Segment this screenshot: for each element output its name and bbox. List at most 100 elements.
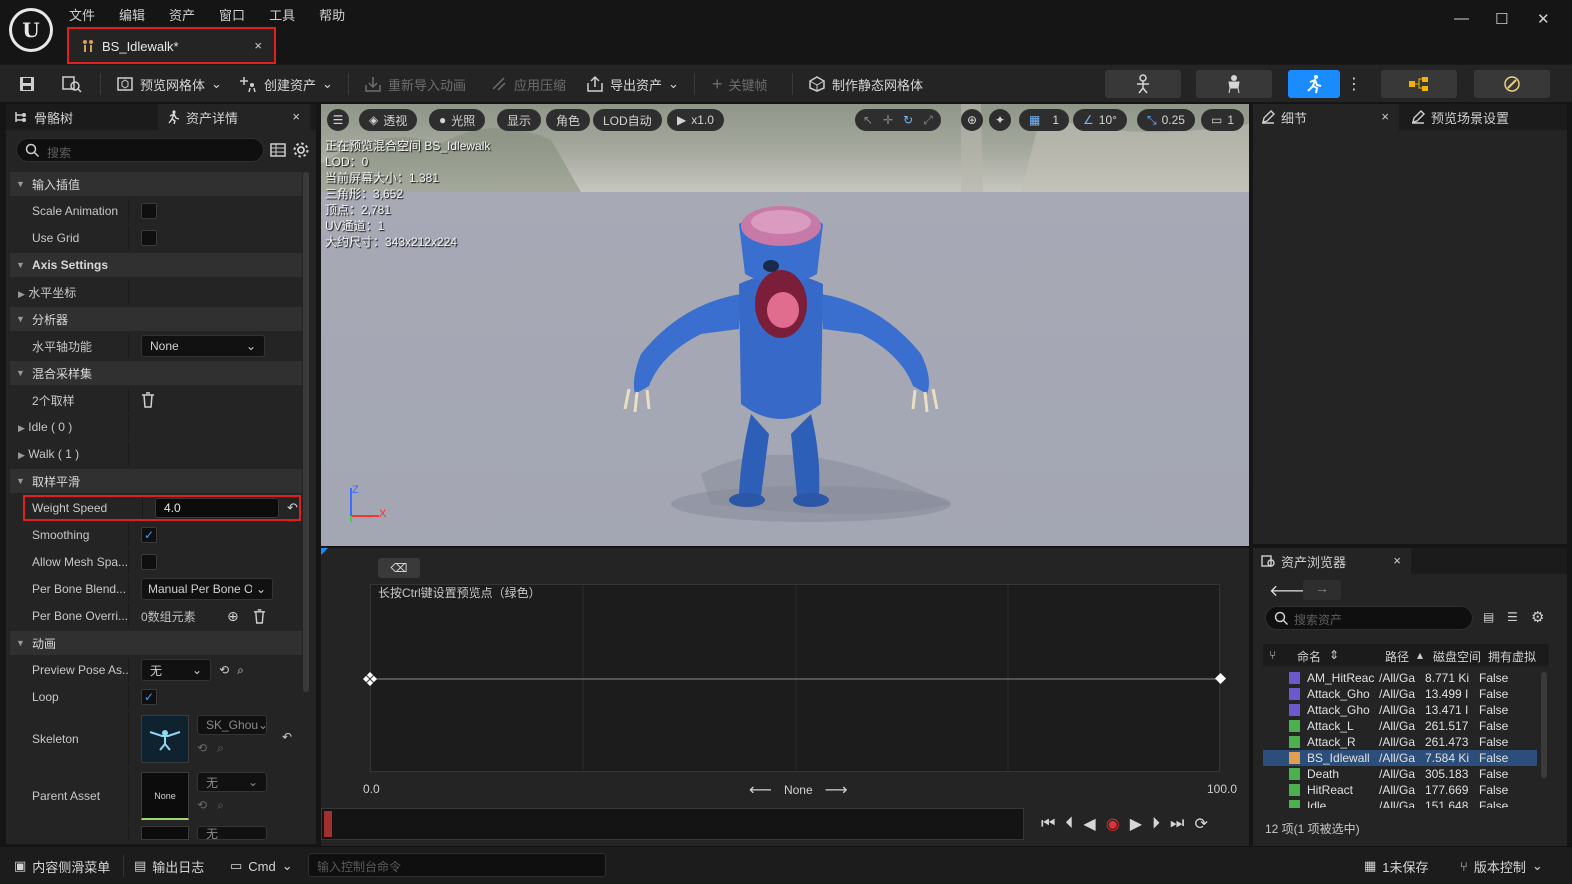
preview-pose-dropdown[interactable]: 无 ⌄ bbox=[141, 659, 211, 681]
content-drawer-button[interactable]: ▣ 内容侧滑菜单 bbox=[14, 855, 110, 877]
add-element-icon[interactable]: ⊕ bbox=[227, 608, 239, 625]
reset-arrow-icon[interactable]: ↶ bbox=[282, 730, 292, 744]
settings-gear-icon[interactable] bbox=[292, 141, 310, 159]
skeleton-thumbnail[interactable] bbox=[141, 715, 189, 763]
maximize-button[interactable]: ☐ bbox=[1495, 10, 1508, 28]
mesh-mode-button[interactable] bbox=[1196, 70, 1272, 98]
menu-help[interactable]: 帮助 bbox=[319, 5, 345, 24]
use-selected-icon[interactable]: ⟲ bbox=[219, 663, 229, 677]
folder-icon[interactable]: ▤ bbox=[1483, 610, 1494, 624]
asset-row[interactable]: Death/All/Ga 305.183 False bbox=[1263, 766, 1537, 782]
trash-icon[interactable] bbox=[253, 608, 266, 624]
menu-edit[interactable]: 编辑 bbox=[119, 5, 145, 24]
skip-to-start-icon[interactable]: ⏮ bbox=[1041, 815, 1055, 833]
record-icon[interactable]: ◉ bbox=[1106, 814, 1120, 834]
horizontal-func-dropdown[interactable]: None ⌄ bbox=[141, 335, 265, 357]
timeline-track[interactable] bbox=[321, 808, 1024, 840]
loop-checkbox[interactable]: ✓ bbox=[141, 689, 157, 705]
browse-asset-icon[interactable]: ⌕ bbox=[237, 663, 244, 678]
asset-row[interactable]: BS_Idlewall/All/Ga 7.584 Ki False bbox=[1263, 750, 1537, 766]
playback-speed-button[interactable]: ▶ x1.0 bbox=[667, 109, 724, 131]
category-blend-samples[interactable]: ▼ 混合采样集 bbox=[10, 361, 302, 385]
perspective-button[interactable]: ◈ 透视 bbox=[359, 109, 418, 131]
unsaved-button[interactable]: ▦ 1未保存 bbox=[1364, 855, 1429, 877]
parent-asset-thumbnail[interactable]: None bbox=[141, 772, 189, 820]
browse-asset-icon[interactable]: ⌕ bbox=[217, 798, 224, 813]
scale-snap-button[interactable]: ⤡ 0.25 bbox=[1137, 109, 1195, 131]
menu-file[interactable]: 文件 bbox=[69, 5, 95, 24]
close-panel-icon[interactable]: × bbox=[1381, 109, 1389, 124]
play-icon[interactable]: ▶ bbox=[1130, 814, 1142, 834]
asset-search-input[interactable]: 搜索资产 bbox=[1265, 606, 1473, 630]
prop-horizontal-axis[interactable]: ▶ 水平坐标 bbox=[10, 280, 302, 304]
details-search-input[interactable]: 搜索 bbox=[16, 138, 264, 162]
scrollbar[interactable] bbox=[303, 172, 309, 692]
show-button[interactable]: 显示 bbox=[497, 109, 542, 131]
settings-gear-icon[interactable]: ⚙ bbox=[1531, 608, 1544, 626]
column-name[interactable]: 命名 bbox=[1297, 648, 1321, 665]
rotate-icon[interactable]: ↻ bbox=[903, 113, 913, 127]
allow-mesh-space-checkbox[interactable] bbox=[141, 554, 157, 570]
menu-asset[interactable]: 资产 bbox=[169, 5, 195, 24]
rotation-snap-button[interactable]: ∠ 10° bbox=[1073, 109, 1127, 131]
use-selected-icon[interactable]: ⟲ bbox=[197, 741, 207, 756]
step-back-icon[interactable]: ⏴ bbox=[1065, 815, 1073, 833]
asset-row[interactable]: AM_HitReac/All/Ga 8.771 Ki False bbox=[1263, 670, 1537, 686]
export-asset-button[interactable]: 导出资产 ⌄ bbox=[586, 71, 679, 97]
close-panel-icon[interactable]: × bbox=[1393, 553, 1401, 568]
tab-asset-details[interactable]: 资产详情 × bbox=[158, 104, 310, 130]
smoothing-checkbox[interactable]: ✓ bbox=[141, 527, 157, 543]
blendspace-options-button[interactable]: ⌫ bbox=[378, 558, 420, 578]
weight-speed-input[interactable]: 4.0 bbox=[155, 498, 279, 518]
surface-snap-button[interactable]: ✦ bbox=[989, 109, 1011, 131]
sample-point-idle[interactable] bbox=[363, 672, 377, 686]
make-static-mesh-button[interactable]: 制作静态网格体 bbox=[808, 71, 923, 97]
viewport-menu-button[interactable]: ☰ bbox=[327, 109, 349, 131]
local-world-button[interactable]: ⊕ bbox=[961, 109, 983, 131]
source-control-button[interactable]: ⑂ 版本控制 ⌄ bbox=[1460, 855, 1543, 877]
preview-viewport[interactable]: ☰ ◈ 透视 ● 光照 显示 角色 LOD自动 ▶ x1.0 ↖ ✛ ↻ ⤢ ⊕ ✦ … bbox=[321, 104, 1249, 546]
column-path[interactable]: 路径 bbox=[1385, 648, 1409, 665]
step-forward-icon[interactable]: ⏵ bbox=[1152, 815, 1160, 833]
mode-more-button[interactable]: ⋮ bbox=[1346, 71, 1362, 97]
blendspace-graph[interactable] bbox=[370, 584, 1221, 773]
loop-icon[interactable]: ⟳ bbox=[1194, 814, 1207, 834]
asset-dropdown[interactable]: 无 bbox=[197, 826, 267, 840]
asset-row[interactable]: Attack_R/All/Ga 261.473 False bbox=[1263, 734, 1537, 750]
browse-button[interactable] bbox=[62, 71, 82, 97]
scale-animation-checkbox[interactable] bbox=[141, 203, 157, 219]
play-reverse-icon[interactable]: ◀ bbox=[1083, 814, 1095, 834]
filter-icon[interactable]: ☰ bbox=[1507, 610, 1518, 624]
asset-row[interactable]: HitReact/All/Ga 177.669 False bbox=[1263, 782, 1537, 798]
per-bone-blend-dropdown[interactable]: Manual Per Bone Ov ⌄ bbox=[141, 578, 273, 600]
tab-content-browser[interactable]: 资产浏览器 × bbox=[1253, 548, 1411, 574]
use-selected-icon[interactable]: ⟲ bbox=[197, 798, 207, 813]
column-disk-size[interactable]: 磁盘空间 bbox=[1433, 648, 1481, 665]
playhead[interactable] bbox=[324, 811, 332, 837]
column-virtual[interactable]: 拥有虚拟 bbox=[1488, 648, 1536, 665]
create-asset-button[interactable]: 创建资产 ⌄ bbox=[240, 71, 333, 97]
skeleton-mode-button[interactable] bbox=[1105, 70, 1181, 98]
tab-details[interactable]: 细节 × bbox=[1253, 104, 1399, 130]
close-window-button[interactable]: ✕ bbox=[1537, 10, 1550, 28]
asset-row[interactable]: Attack_Gho/All/Ga 13.499 I False bbox=[1263, 686, 1537, 702]
browse-asset-icon[interactable]: ⌕ bbox=[217, 741, 224, 756]
trash-icon[interactable] bbox=[141, 392, 155, 408]
unreal-logo-icon[interactable]: U bbox=[9, 8, 53, 52]
scale-icon[interactable]: ⤢ bbox=[923, 113, 933, 128]
reimport-animation-button[interactable]: 重新导入动画 bbox=[364, 71, 466, 97]
output-log-button[interactable]: ▤ 输出日志 bbox=[134, 855, 204, 877]
apply-compression-button[interactable]: 应用压缩 bbox=[490, 71, 566, 97]
save-button[interactable] bbox=[18, 71, 36, 97]
character-button[interactable]: 角色 bbox=[546, 109, 591, 131]
prop-idle-sample[interactable]: ▶ Idle ( 0 ) bbox=[10, 415, 302, 439]
category-sample-smoothing[interactable]: ▼ 取样平滑 bbox=[10, 469, 302, 493]
lighting-button[interactable]: ● 光照 bbox=[429, 109, 486, 131]
select-cursor-icon[interactable]: ↖ bbox=[863, 113, 873, 127]
skip-to-end-icon[interactable]: ⏭ bbox=[1170, 815, 1184, 833]
category-axis-settings[interactable]: ▼ Axis Settings bbox=[10, 253, 302, 277]
prop-walk-sample[interactable]: ▶ Walk ( 1 ) bbox=[10, 442, 302, 466]
sample-point-walk[interactable] bbox=[1215, 673, 1226, 684]
document-tab[interactable]: BS_Idlewalk* × bbox=[67, 27, 276, 64]
preview-mesh-button[interactable]: 预览网格体 ⌄ bbox=[116, 71, 222, 97]
